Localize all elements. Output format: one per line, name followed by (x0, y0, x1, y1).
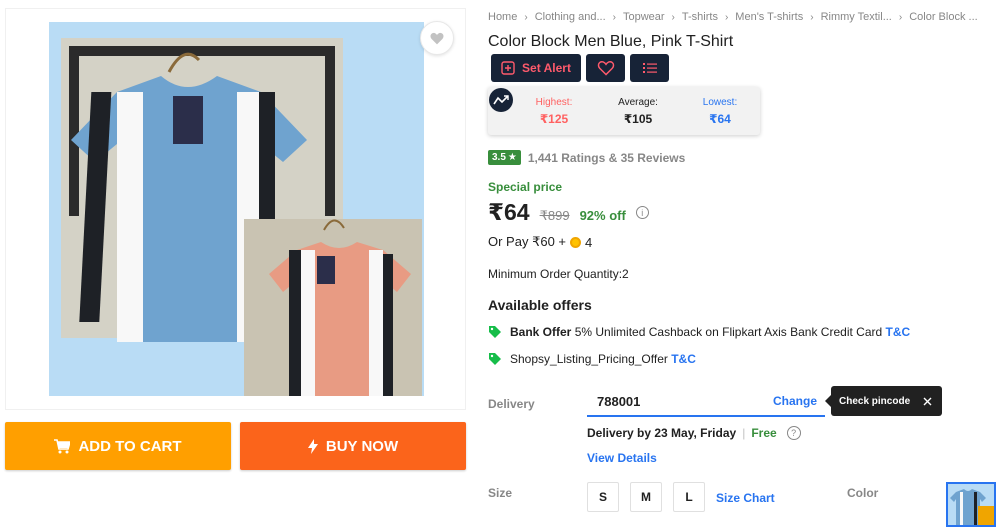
chevron-right-icon: › (671, 11, 675, 23)
color-label: Color (847, 486, 879, 500)
size-label: Size (488, 486, 513, 500)
chevron-right-icon: › (524, 11, 528, 23)
buy-now-button[interactable]: BUY NOW (240, 422, 466, 470)
heart-outline-icon (597, 61, 614, 76)
info-icon[interactable]: i (635, 206, 649, 219)
cart-icon (54, 438, 71, 453)
breadcrumb-brand[interactable]: Rimmy Textil... (821, 11, 892, 23)
offer-item: Bank Offer 5% Unlimited Cashback on Flip… (488, 325, 910, 339)
heart-icon (430, 32, 444, 44)
supercoin-icon (570, 236, 581, 248)
lightning-icon (307, 438, 318, 454)
divider: | (742, 426, 746, 440)
size-option-s[interactable]: S (587, 482, 619, 512)
product-title: Color Block Men Blue, Pink T-Shirt (488, 33, 734, 50)
tracker-list-button[interactable] (630, 54, 669, 82)
rating-badge[interactable]: 3.5 ★ (488, 150, 521, 165)
price-trend-icon (489, 88, 513, 112)
size-chart-link[interactable]: Size Chart (716, 491, 775, 505)
price-highest: Highest: ₹125 (535, 97, 573, 126)
offer-item: Shopsy_Listing_Pricing_Offer T&C (488, 352, 696, 366)
buy-now-label: BUY NOW (325, 437, 399, 455)
price-average: Average: ₹105 (618, 97, 658, 126)
price-tracker-actions: Set Alert (491, 54, 669, 82)
offer-title: Bank Offer (510, 325, 572, 339)
view-details-link[interactable]: View Details (587, 451, 657, 465)
offer-tc-link[interactable]: T&C (886, 325, 911, 339)
chevron-right-icon: › (612, 11, 616, 23)
discount-percent: 92% off (579, 208, 626, 223)
plus-square-icon (501, 61, 515, 75)
breadcrumb-current: Color Block ... (909, 11, 978, 23)
set-alert-button[interactable]: Set Alert (491, 54, 581, 82)
ratings-reviews-count[interactable]: 1,441 Ratings & 35 Reviews (528, 151, 685, 165)
list-icon (642, 63, 657, 73)
delivery-label: Delivery (488, 397, 535, 411)
minimum-order-quantity: Minimum Order Quantity:2 (488, 267, 629, 281)
breadcrumb: Home › Clothing and... › Topwear › T-shi… (488, 11, 978, 23)
color-swatch-thumbnail[interactable] (946, 482, 996, 527)
offer-tag-icon (489, 326, 501, 338)
help-icon[interactable]: ? (786, 426, 801, 440)
breadcrumb-home[interactable]: Home (488, 11, 517, 23)
current-price: ₹64 (488, 199, 530, 225)
breadcrumb-topwear[interactable]: Topwear (623, 11, 665, 23)
rating-row: 3.5 ★ 1,441 Ratings & 35 Reviews (488, 150, 685, 165)
chevron-right-icon: › (810, 11, 814, 23)
free-delivery: Free (751, 426, 777, 440)
supercoin-price: Or Pay ₹60 + 4 (488, 234, 593, 250)
change-pincode-button[interactable]: Change (773, 394, 817, 408)
add-to-cart-button[interactable]: ADD TO CART (5, 422, 231, 470)
add-to-cart-label: ADD TO CART (78, 437, 182, 455)
breadcrumb-mens-tshirts[interactable]: Men's T-shirts (735, 11, 803, 23)
close-icon[interactable] (923, 397, 932, 406)
offer-text: Shopsy_Listing_Pricing_Offer (510, 352, 668, 366)
size-option-m[interactable]: M (630, 482, 662, 512)
tracker-wishlist-button[interactable] (586, 54, 625, 82)
breadcrumb-tshirts[interactable]: T-shirts (682, 11, 718, 23)
delivery-date: Delivery by 23 May, Friday | Free ? (587, 426, 801, 440)
product-photo-illustration (49, 22, 424, 396)
offer-tag-icon (489, 353, 501, 365)
offer-text: 5% Unlimited Cashback on Flipkart Axis B… (574, 325, 883, 339)
product-image[interactable] (49, 22, 424, 396)
check-pincode-tooltip: Check pincode (825, 386, 942, 416)
offers-heading: Available offers (488, 297, 592, 313)
chevron-right-icon: › (724, 11, 729, 23)
set-alert-label: Set Alert (522, 61, 571, 75)
wishlist-button[interactable] (420, 21, 454, 55)
size-option-l[interactable]: L (673, 482, 705, 512)
product-image-panel (5, 8, 466, 410)
chevron-right-icon: › (898, 11, 903, 23)
offer-tc-link[interactable]: T&C (671, 352, 696, 366)
special-price-label: Special price (488, 180, 563, 194)
price-lowest: Lowest: ₹64 (702, 97, 738, 126)
pincode-field[interactable]: 788001 Change (587, 387, 825, 417)
price-row: ₹64 ₹899 92% off i (488, 199, 649, 226)
breadcrumb-clothing[interactable]: Clothing and... (535, 11, 606, 23)
star-icon: ★ (507, 152, 517, 163)
pincode-value[interactable]: 788001 (597, 394, 640, 409)
original-price: ₹899 (539, 208, 570, 223)
